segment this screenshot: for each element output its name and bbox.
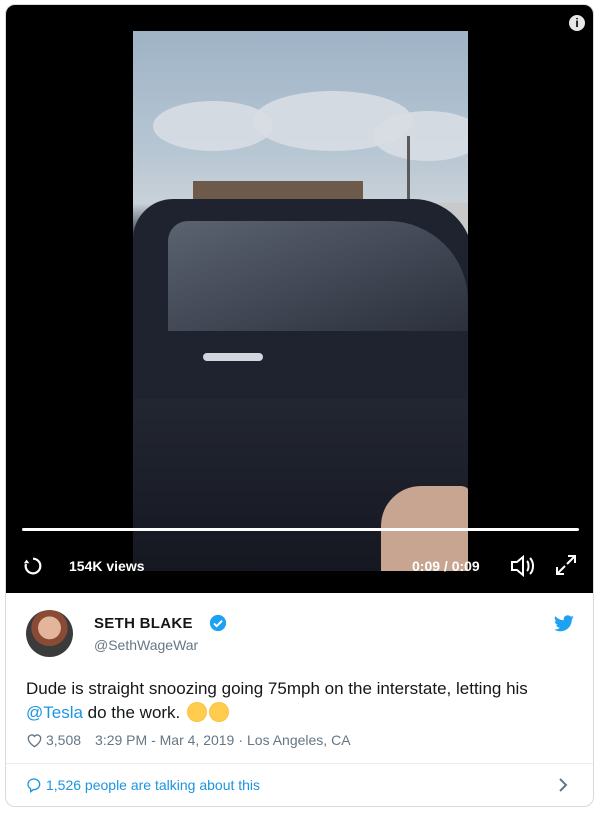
tweet-time[interactable]: 3:29 PM - Mar 4, 2019 xyxy=(95,732,234,748)
tweet-location[interactable]: Los Angeles, CA xyxy=(247,732,351,748)
divider xyxy=(6,763,593,764)
info-icon[interactable]: i xyxy=(569,15,585,31)
like-count[interactable]: 3,508 xyxy=(46,732,81,748)
video-frame xyxy=(133,31,468,571)
chevron-right-icon[interactable] xyxy=(557,777,569,793)
twitter-bird-icon[interactable] xyxy=(553,615,575,633)
video-player[interactable]: i 154K views 0:09 / 0:09 xyxy=(6,5,593,593)
mention-link[interactable]: @Tesla xyxy=(26,703,83,722)
volume-icon[interactable] xyxy=(509,553,535,579)
user-handle[interactable]: @SethWageWar xyxy=(94,637,198,653)
flushed-face-icon xyxy=(187,702,208,722)
replay-icon[interactable] xyxy=(22,555,44,577)
heart-icon[interactable] xyxy=(26,733,43,748)
talking-text[interactable]: 1,526 people are talking about this xyxy=(46,777,260,793)
video-controls: 154K views 0:09 / 0:09 xyxy=(6,539,593,587)
tweet-text: Dude is straight snoozing going 75mph on… xyxy=(26,679,528,722)
verified-icon xyxy=(209,614,227,632)
fullscreen-icon[interactable] xyxy=(554,553,578,577)
progress-bar[interactable] xyxy=(22,528,579,531)
tweet-card: i 154K views 0:09 / 0:09 SETH BLAKE @Set… xyxy=(5,4,594,807)
user-name[interactable]: SETH BLAKE xyxy=(94,615,193,632)
comment-icon xyxy=(27,778,41,793)
avatar[interactable] xyxy=(26,610,73,657)
sleeping-face-icon xyxy=(209,702,230,722)
tweet-meta: 3,508 3:29 PM - Mar 4, 2019 · Los Angele… xyxy=(26,732,351,748)
view-count: 154K views xyxy=(69,558,145,574)
talking-link[interactable]: 1,526 people are talking about this xyxy=(26,777,260,793)
video-time: 0:09 / 0:09 xyxy=(412,558,480,574)
